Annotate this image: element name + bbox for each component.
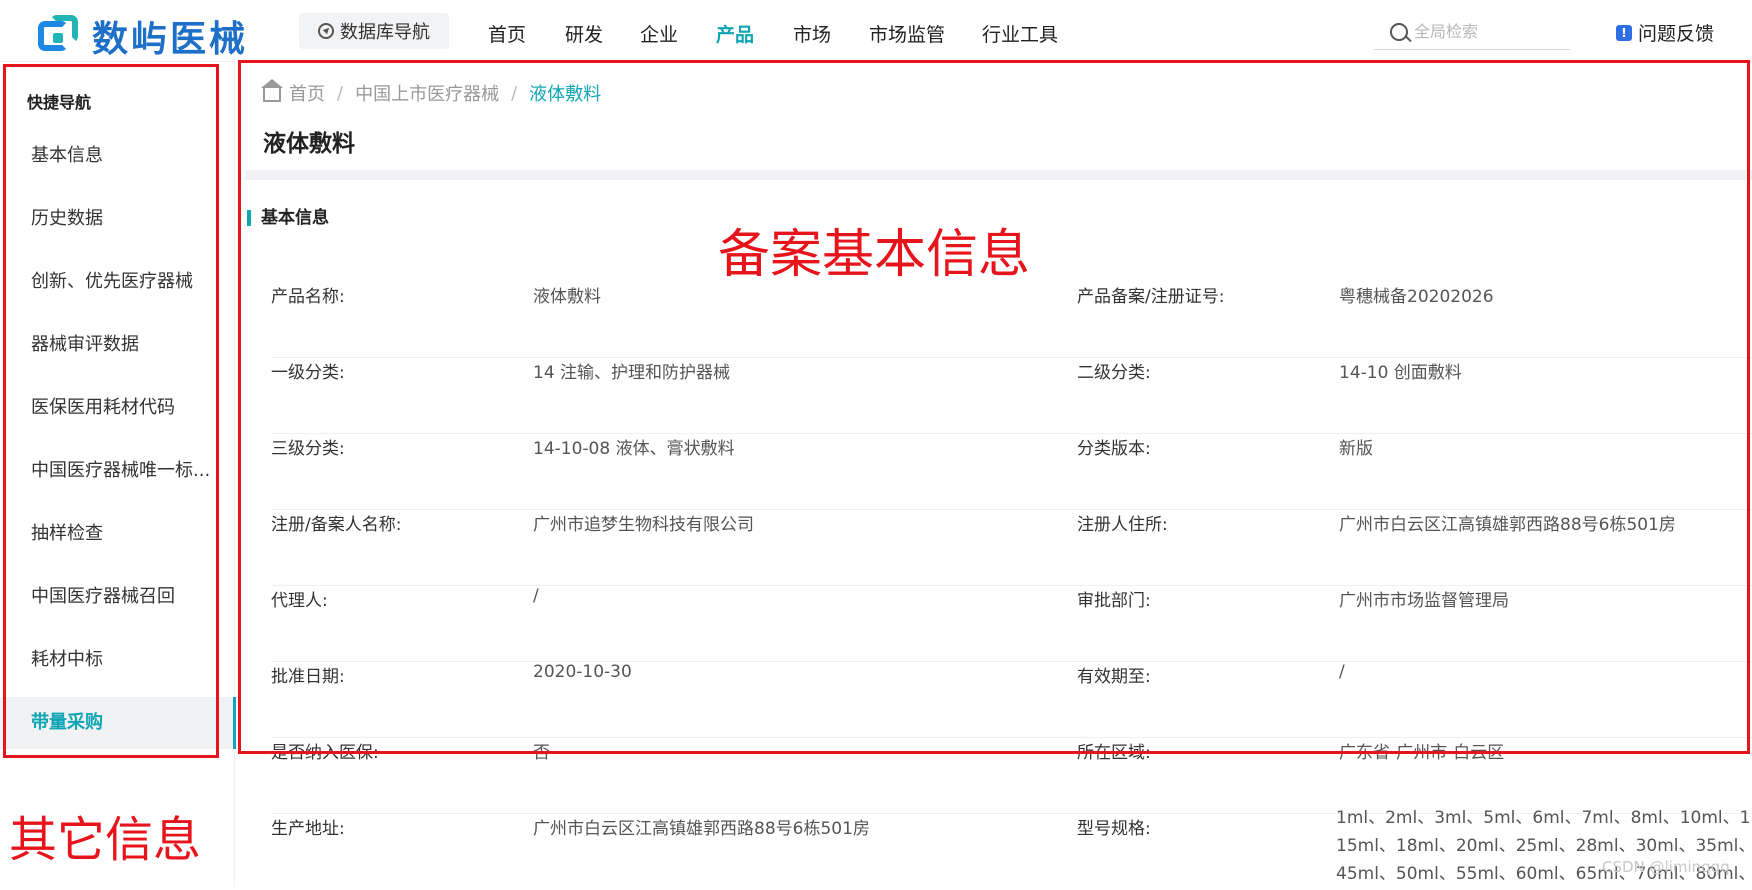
database-nav-button[interactable]: 数据库导航 xyxy=(299,13,449,49)
menu-item-industry-tools[interactable]: 行业工具 xyxy=(982,20,1058,47)
menu-item-product[interactable]: 产品 xyxy=(716,20,754,47)
compass-icon xyxy=(318,23,334,39)
menu-item-enterprise[interactable]: 企业 xyxy=(640,20,678,47)
brand-logo[interactable]: 数屿医械 xyxy=(38,10,248,62)
watermark: CSDN @liminqqq xyxy=(1602,858,1730,876)
feedback-label: 问题反馈 xyxy=(1638,23,1715,45)
logo-mark-icon xyxy=(38,15,80,57)
spec-line: 1ml、2ml、3ml、5ml、6ml、7ml、8ml、10ml、1 xyxy=(1336,808,1751,828)
feedback-icon: ! xyxy=(1616,24,1632,41)
menu-item-market-supervision[interactable]: 市场监管 xyxy=(869,20,945,47)
field-value: 广州市白云区江高镇雄郭西路88号6栋501房 xyxy=(533,819,870,839)
sidebar-divider xyxy=(234,62,235,887)
field-label: 型号规格: xyxy=(1077,819,1151,839)
annotation-label-basic-info: 备案基本信息 xyxy=(718,225,1031,285)
annotation-box-basic-info xyxy=(238,60,1750,754)
menu-item-market[interactable]: 市场 xyxy=(793,20,831,47)
feedback-button[interactable]: ! 问题反馈 xyxy=(1616,19,1714,46)
spec-line: 15ml、18ml、20ml、25ml、28ml、30ml、35ml、 xyxy=(1336,836,1752,856)
menu-item-rd[interactable]: 研发 xyxy=(565,20,603,47)
search-icon[interactable] xyxy=(1390,22,1408,41)
annotation-box-other-info xyxy=(3,64,219,758)
top-navigation-bar: 数屿医械 数据库导航 首页 研发 企业 产品 市场 市场监管 行业工具 ! 问题… xyxy=(0,0,1752,62)
database-nav-label: 数据库导航 xyxy=(340,22,430,43)
global-search xyxy=(1374,14,1570,50)
field-label: 生产地址: xyxy=(271,819,345,839)
logo-text: 数屿医械 xyxy=(92,19,249,60)
menu-item-home[interactable]: 首页 xyxy=(488,20,526,47)
global-search-input[interactable] xyxy=(1414,22,1554,41)
annotation-label-other-info: 其它信息 xyxy=(9,812,202,868)
